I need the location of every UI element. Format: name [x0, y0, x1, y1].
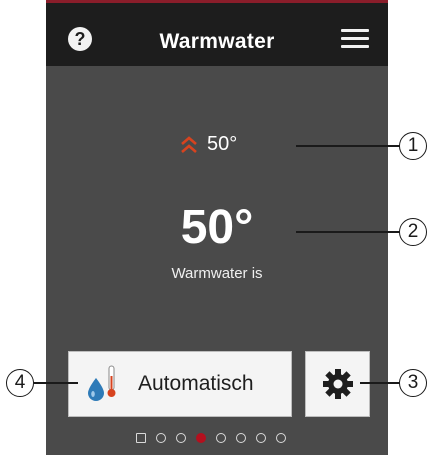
automatic-mode-button[interactable]: Automatisch — [68, 351, 292, 417]
callout-line-3 — [360, 382, 400, 384]
page-dot[interactable] — [276, 433, 286, 443]
callout-number-2: 2 — [399, 218, 427, 246]
page-dot-active[interactable] — [196, 433, 206, 443]
status-label: Warmwater is — [171, 265, 263, 282]
page-dot[interactable] — [176, 433, 186, 443]
hamburger-menu-icon[interactable] — [341, 29, 369, 49]
callout-line-2 — [296, 231, 400, 233]
page-dot[interactable] — [216, 433, 226, 443]
setpoint-value: 50° — [207, 133, 238, 155]
callout-number-4: 4 — [6, 369, 34, 397]
chevron-up-double-icon — [181, 135, 197, 153]
page-dot[interactable] — [256, 433, 266, 443]
page-dot[interactable] — [236, 433, 246, 443]
page-indicator — [136, 433, 296, 443]
callout-line-1 — [296, 145, 400, 147]
callout-line-4 — [34, 382, 78, 384]
page-dot[interactable] — [156, 433, 166, 443]
page-dot[interactable] — [136, 433, 146, 443]
automatic-mode-label: Automatisch — [138, 372, 254, 395]
gear-icon — [322, 369, 353, 399]
app-header: ? Warmwater — [46, 3, 388, 66]
app-screen: ? Warmwater 50° 50° Warmwater is Automat… — [46, 0, 388, 455]
current-temperature: 50° — [180, 201, 254, 254]
water-temperature-icon — [88, 365, 116, 401]
setpoint-display[interactable]: 50° — [180, 133, 237, 156]
page-title: Warmwater — [159, 30, 275, 53]
callout-number-3: 3 — [399, 369, 427, 397]
settings-button[interactable] — [305, 351, 370, 417]
callout-number-1: 1 — [399, 132, 427, 160]
